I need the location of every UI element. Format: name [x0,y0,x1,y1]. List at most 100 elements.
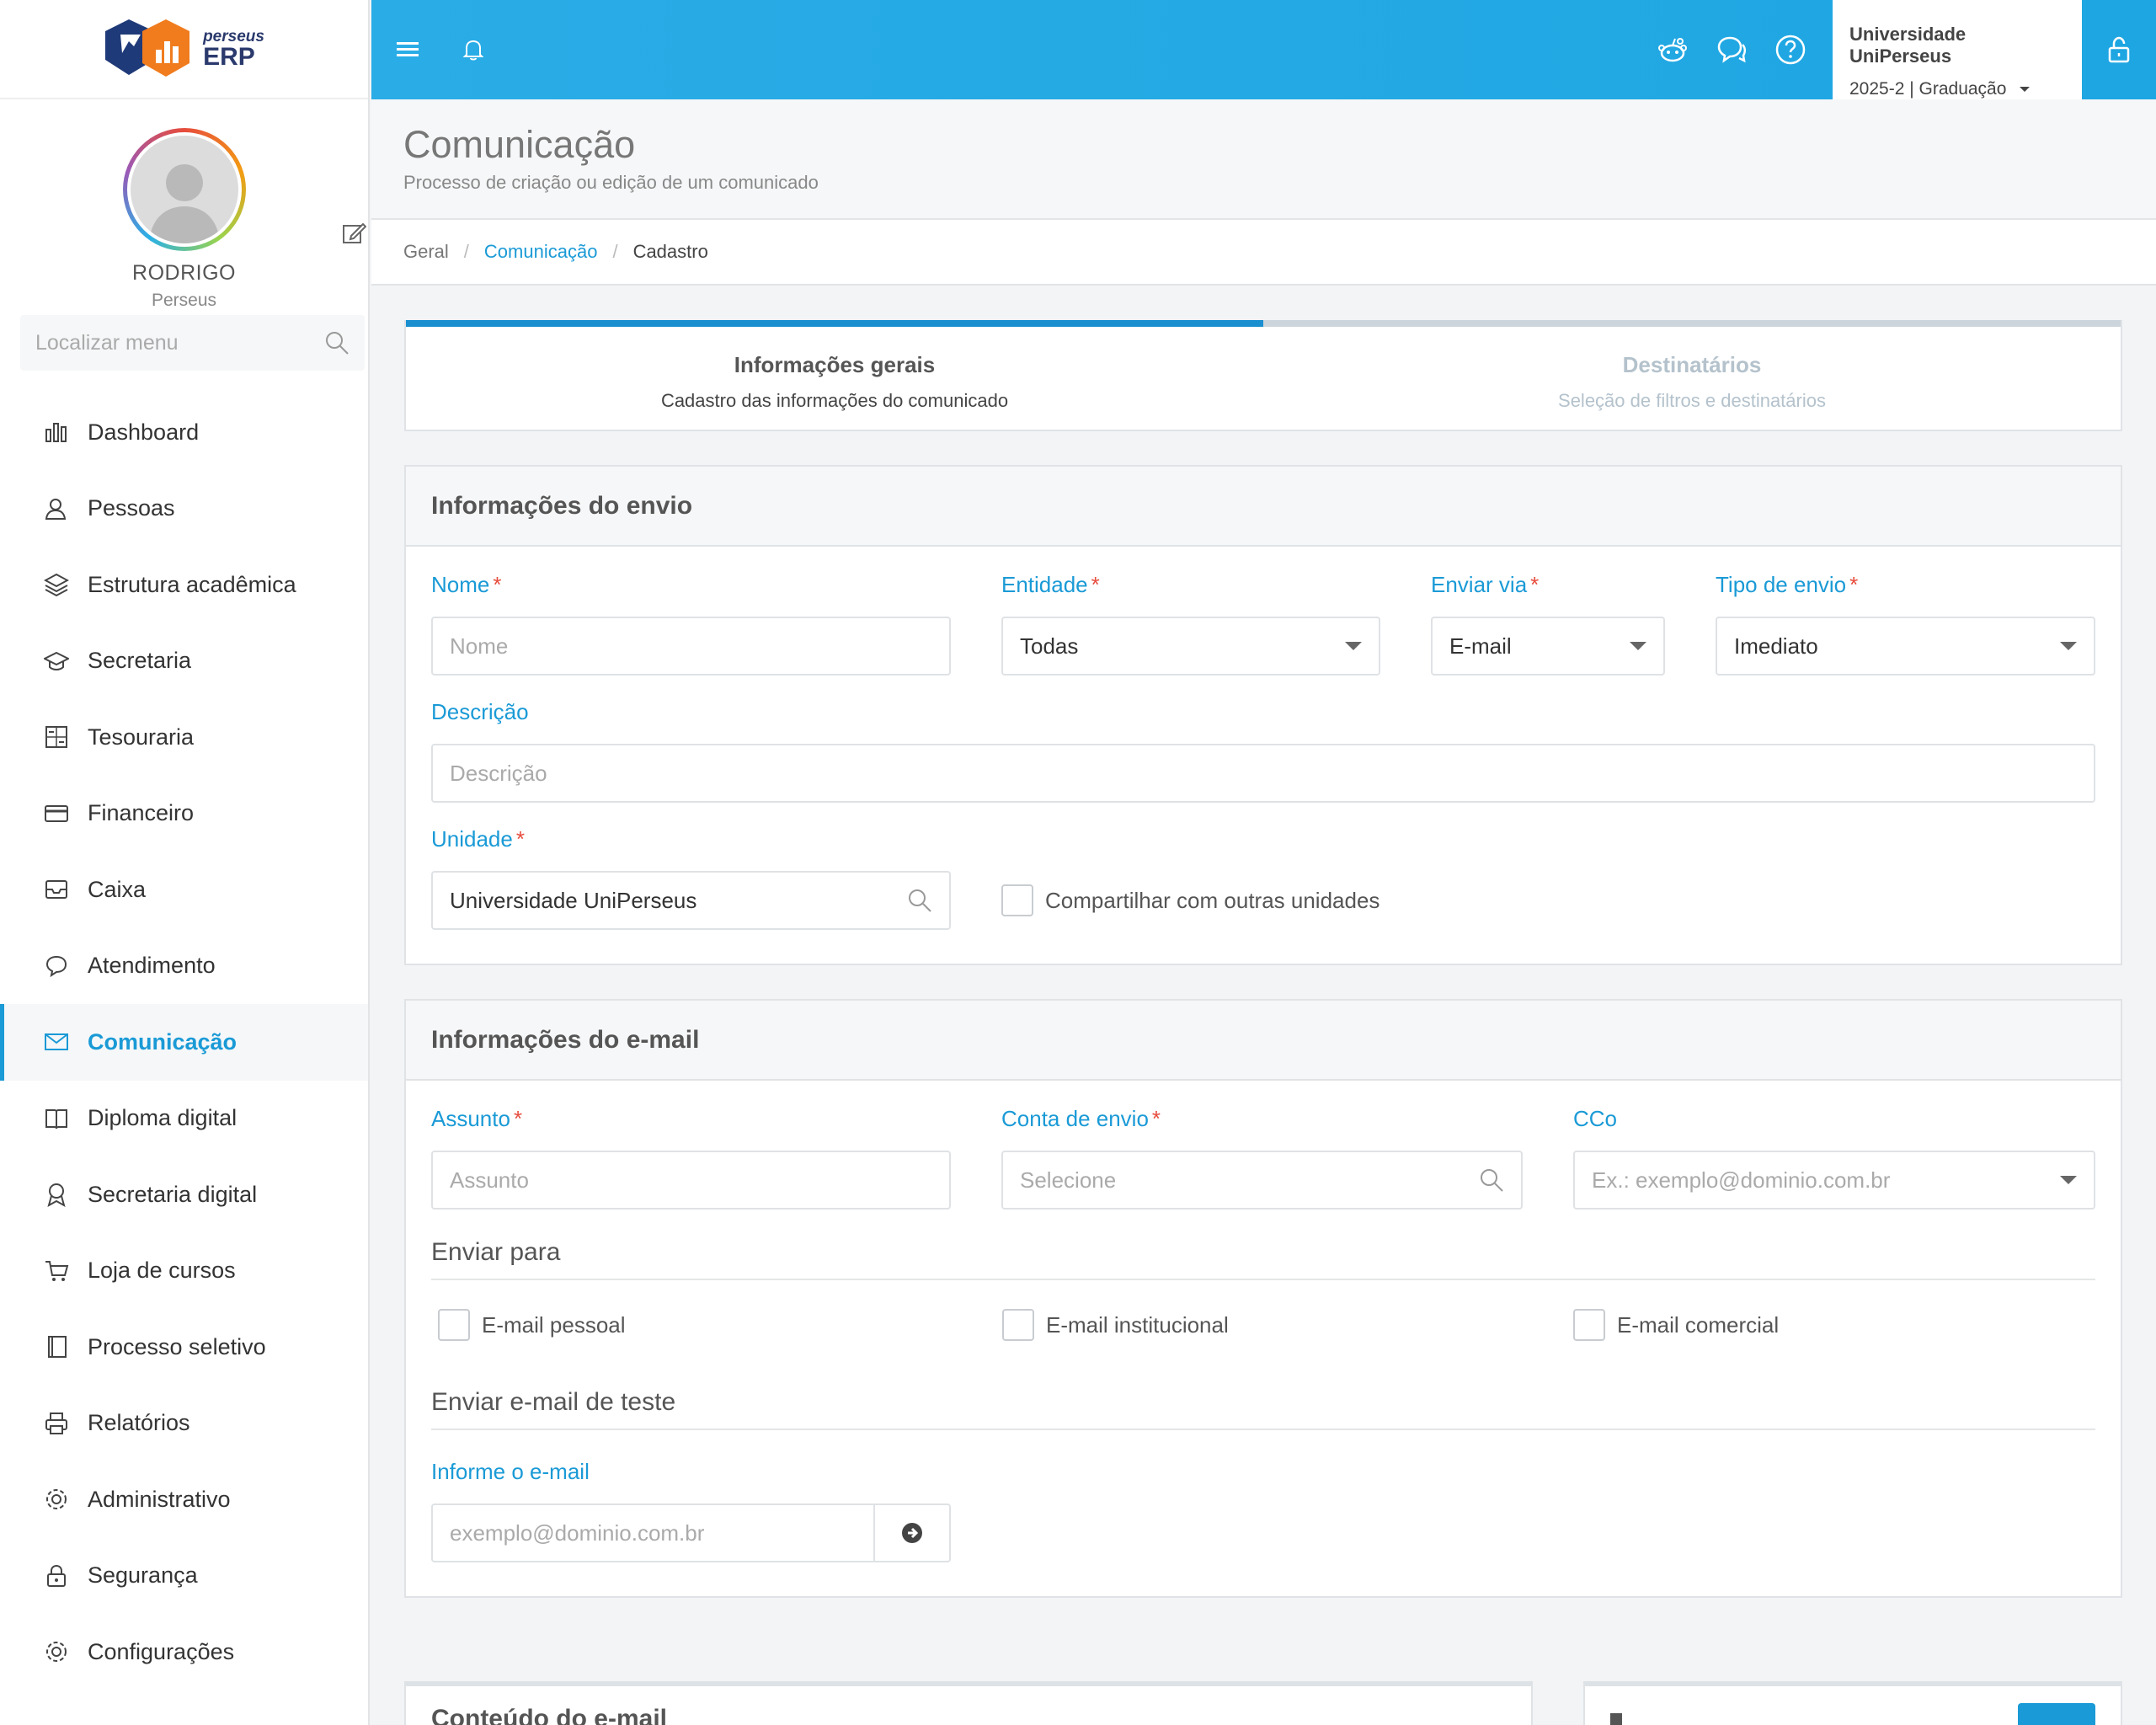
menu-item-administrativo[interactable]: Administrativo [0,1461,368,1538]
search-icon[interactable] [1479,1167,1504,1193]
descricao-textarea[interactable]: Descrição [431,744,2095,803]
user-name: RODRIGO [132,261,236,285]
search-icon [326,332,349,355]
menu-label: Secretaria [88,648,192,674]
bell-icon[interactable] [461,37,486,62]
menu-item-estrutura[interactable]: Estrutura acadêmica [0,547,368,623]
user-silhouette-icon [148,164,220,243]
email-institucional-label: E-mail institucional [1046,1311,1229,1338]
enviar-via-select[interactable]: E-mail [1431,617,1665,676]
breadcrumb-root[interactable]: Geral [403,241,449,263]
reddit-icon[interactable] [1656,33,1689,67]
help-icon[interactable] [1774,33,1807,67]
side-card-action-button[interactable] [2018,1703,2095,1725]
avatar[interactable] [122,128,246,251]
edit-icon[interactable] [341,221,366,246]
tipo-envio-select[interactable]: Imediato [1716,617,2095,676]
cco-select[interactable]: Ex.: exemplo@dominio.com.br [1573,1151,2095,1210]
unlock-icon [2108,36,2130,63]
card-side [1583,1681,2122,1725]
checkbox-box[interactable] [1001,884,1033,916]
menu-item-tesouraria[interactable]: Tesouraria [0,699,368,776]
bar-chart-icon [45,423,67,443]
menu-item-relatorios[interactable]: Relatórios [0,1386,368,1462]
card-informacoes-envio: Informações do envio Nome * Nome Entidade… [404,465,2122,965]
menu-item-pessoas[interactable]: Pessoas [0,471,368,547]
menu-search-placeholder: Localizar menu [35,330,179,355]
menu-label: Administrativo [88,1486,231,1512]
menu-item-comunicacao[interactable]: Comunicação [0,1004,368,1081]
hamburger-menu-icon[interactable] [397,39,419,61]
user-profile: RODRIGO Perseus [0,99,368,315]
compartilhar-checkbox[interactable]: Compartilhar com outras unidades [1001,871,1380,930]
menu-item-diploma[interactable]: Diploma digital [0,1081,368,1157]
menu-search[interactable]: Localizar menu [20,315,365,371]
menu-item-dashboard[interactable]: Dashboard [0,394,368,471]
conta-envio-label: Conta de envio * [1001,1106,1161,1131]
logo[interactable]: perseus ERP [0,0,368,99]
dropdown-caret-icon [1345,642,1362,650]
descricao-placeholder: Descrição [450,760,547,786]
entidade-value: Todas [1020,633,1079,659]
conta-envio-placeholder: Selecione [1020,1167,1117,1193]
cco-placeholder: Ex.: exemplo@dominio.com.br [1592,1167,1891,1193]
menu-label: Configurações [88,1638,235,1664]
step-destinatarios[interactable]: Destinatários Seleção de filtros e desti… [1263,322,2121,430]
dropdown-caret-icon [2060,1176,2077,1184]
breadcrumb-separator: / [463,241,469,262]
university-selector[interactable]: Universidade UniPerseus 2025-2 | Graduaç… [1833,0,2082,99]
breadcrumb: Geral / Comunicação / Cadastro [371,220,2156,286]
menu-item-configuracoes[interactable]: Configurações [0,1614,368,1690]
menu-item-secretaria-digital[interactable]: Secretaria digital [0,1156,368,1233]
step-informacoes-gerais[interactable]: Informações gerais Cadastro das informaç… [406,322,1263,430]
menu-label: Dashboard [88,419,200,445]
teste-email-input[interactable]: exemplo@dominio.com.br [431,1503,951,1562]
menu-item-secretaria[interactable]: Secretaria [0,623,368,700]
enviar-para-title: Enviar para [431,1238,2095,1280]
breadcrumb-section[interactable]: Comunicação [484,241,598,263]
email-institucional-checkbox[interactable]: E-mail institucional [1002,1309,1573,1341]
menu-item-financeiro[interactable]: Financeiro [0,776,368,852]
menu-item-processo[interactable]: Processo seletivo [0,1309,368,1386]
send-test-button[interactable] [873,1503,949,1562]
email-pessoal-label: E-mail pessoal [482,1311,626,1338]
logo-small-text: perseus [203,27,264,45]
menu-label: Comunicação [88,1028,237,1055]
period-label: 2025-2 | Graduação [1849,79,2007,99]
chevron-down-icon [2020,87,2031,93]
perseus-logo-icon [104,16,211,82]
conta-envio-input[interactable]: Selecione [1001,1151,1523,1210]
card-title: Informações do envio [406,467,2121,547]
entidade-select[interactable]: Todas [1001,617,1380,676]
nome-input[interactable]: Nome [431,617,951,676]
chat-icon [45,955,67,977]
period-selector[interactable]: 2025-2 | Graduação [1849,79,2065,99]
bottom-cards: Conteúdo do e-mail [404,1681,2122,1725]
chat-bubbles-icon[interactable] [1715,33,1748,67]
step-title: Informações gerais [734,352,936,377]
assunto-input[interactable]: Assunto [431,1151,951,1210]
search-icon[interactable] [907,888,932,913]
menu-item-atendimento[interactable]: Atendimento [0,928,368,1005]
cart-icon [45,1260,69,1281]
unidade-input[interactable]: Universidade UniPerseus [431,871,951,930]
university-name: Universidade UniPerseus [1849,24,1967,67]
menu-item-loja[interactable]: Loja de cursos [0,1233,368,1310]
checkbox-box[interactable] [1573,1309,1605,1341]
book-icon [45,1108,67,1129]
checkbox-box[interactable] [1002,1309,1034,1341]
email-pessoal-checkbox[interactable]: E-mail pessoal [431,1309,1002,1341]
cco-label: CCo [1573,1106,1618,1131]
email-comercial-checkbox[interactable]: E-mail comercial [1573,1309,1779,1341]
checkbox-box[interactable] [438,1309,470,1341]
menu-label: Secretaria digital [88,1181,258,1207]
teste-label: Informe o e-mail [431,1459,590,1484]
unidade-value: Universidade UniPerseus [450,887,697,913]
menu-label: Loja de cursos [88,1258,236,1284]
menu-item-seguranca[interactable]: Segurança [0,1538,368,1615]
menu-item-caixa[interactable]: Caixa [0,852,368,928]
envelope-icon [45,1033,68,1051]
step-progress-inactive [1263,320,2121,327]
menu-label: Processo seletivo [88,1333,266,1359]
lock-button[interactable] [2082,0,2156,99]
